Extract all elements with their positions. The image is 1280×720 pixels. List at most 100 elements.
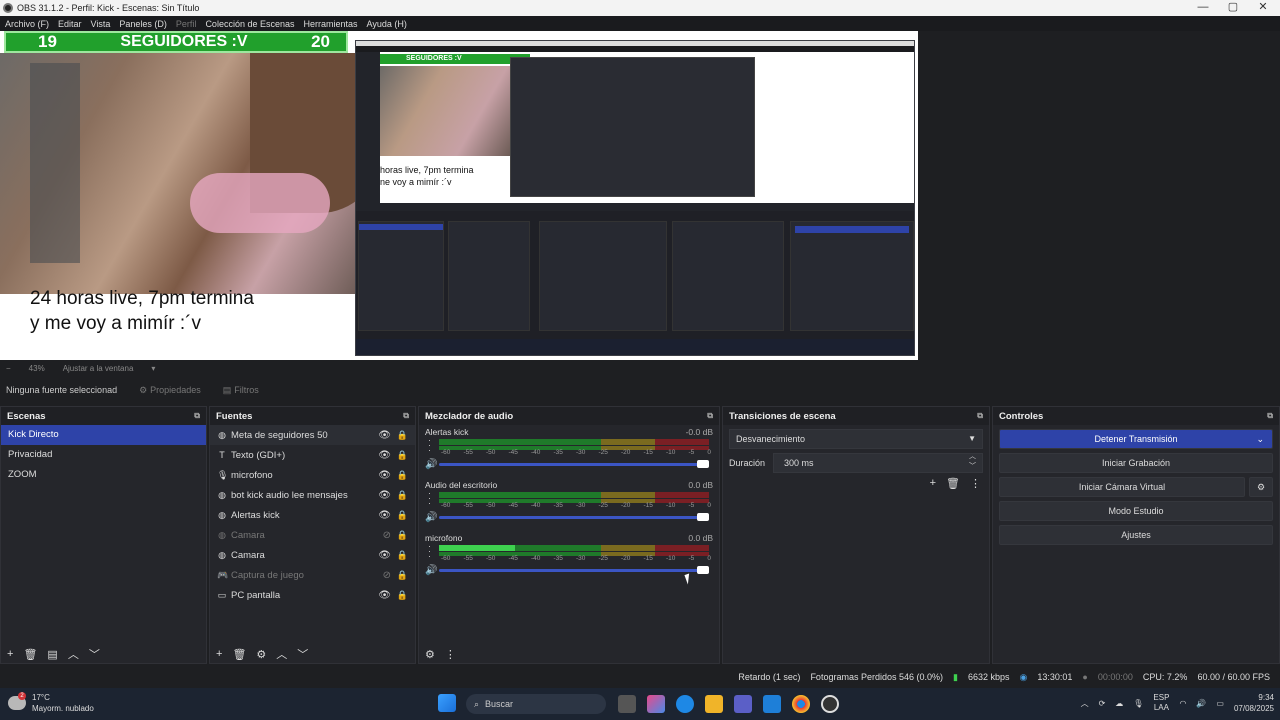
lock-icon[interactable]: 🔒 <box>397 510 408 521</box>
add-icon[interactable]: + <box>216 648 222 660</box>
filter-icon[interactable]: ▤ <box>47 648 57 661</box>
trash-icon[interactable]: 🗑 <box>23 648 37 661</box>
eye-icon[interactable]: 👁 <box>378 510 391 521</box>
zoom-fit-dropdown[interactable]: Ajustar a la ventana <box>63 364 134 373</box>
taskbar-search[interactable]: ⌕ Buscar <box>466 694 606 714</box>
settings-button[interactable]: Ajustes <box>999 525 1273 545</box>
eye-icon[interactable]: 👁 <box>378 450 391 461</box>
volume-icon[interactable]: 🔊 <box>1196 699 1206 708</box>
more-icon[interactable]: · · · <box>428 489 431 508</box>
lock-icon[interactable]: 🔒 <box>397 490 408 501</box>
file-explorer-icon[interactable] <box>705 695 723 713</box>
gear-icon[interactable]: ⚙ <box>1249 477 1273 497</box>
source-item[interactable]: ◍ bot kick audio lee mensajes 👁 🔒 <box>210 485 415 505</box>
menu-paneles[interactable]: Paneles (D) <box>119 19 167 29</box>
move-up-icon[interactable]: ︿ <box>68 646 79 662</box>
scene-item[interactable]: Privacidad <box>1 445 206 465</box>
lock-icon[interactable]: 🔒 <box>397 590 408 601</box>
volume-slider[interactable] <box>439 566 709 574</box>
slider-handle[interactable] <box>697 566 709 574</box>
eye-icon[interactable]: 👁 <box>378 430 391 441</box>
sync-icon[interactable]: ⟳ <box>1099 699 1106 708</box>
source-item[interactable]: T Texto (GDI+) 👁 🔒 <box>210 445 415 465</box>
chrome-icon[interactable] <box>792 695 810 713</box>
eye-icon[interactable]: 👁 <box>378 490 391 501</box>
popout-icon[interactable]: ⧉ <box>977 411 983 421</box>
close-button[interactable]: ✕ <box>1248 0 1278 16</box>
lock-icon[interactable]: 🔒 <box>397 450 408 461</box>
speaker-icon[interactable]: 🔊 <box>425 512 437 523</box>
more-icon[interactable]: · · · <box>428 436 431 455</box>
menu-archivo[interactable]: Archivo (F) <box>5 19 49 29</box>
scene-item[interactable]: ZOOM <box>1 465 206 485</box>
volume-slider[interactable] <box>439 460 709 468</box>
mic-icon[interactable]: 🎙 <box>1133 699 1143 708</box>
virtual-camera-button[interactable]: Iniciar Cámara Virtual <box>999 477 1245 497</box>
add-icon[interactable]: + <box>7 648 13 660</box>
eye-icon[interactable]: 👁 <box>378 590 391 601</box>
speaker-icon[interactable]: 🔊 <box>425 459 437 470</box>
menu-ayuda[interactable]: Ayuda (H) <box>367 19 407 29</box>
add-icon[interactable]: + <box>930 477 936 490</box>
source-item[interactable]: 🎮 Captura de juego ⊘ 🔒 <box>210 565 415 585</box>
eye-icon[interactable]: 👁 <box>378 470 391 481</box>
source-item[interactable]: ◍ Alertas kick 👁 🔒 <box>210 505 415 525</box>
weather-widget[interactable]: 2 17°C Mayorm. nublado <box>8 692 94 714</box>
copilot-icon[interactable] <box>647 695 665 713</box>
volume-slider[interactable] <box>439 513 709 521</box>
edge-icon[interactable] <box>676 695 694 713</box>
teams-icon[interactable] <box>734 695 752 713</box>
lock-icon[interactable]: 🔒 <box>397 550 408 561</box>
source-item[interactable]: ◍ Camara 👁 🔒 <box>210 545 415 565</box>
source-item[interactable]: 🎙 microfono 👁 🔒 <box>210 465 415 485</box>
clock[interactable]: 9:34 07/08/2025 <box>1234 692 1274 714</box>
start-recording-button[interactable]: Iniciar Grabación <box>999 453 1273 473</box>
popout-icon[interactable]: ⧉ <box>1267 411 1273 421</box>
lock-icon[interactable]: 🔒 <box>397 570 408 581</box>
more-icon[interactable]: · · · <box>428 542 431 561</box>
more-icon[interactable]: ⋮ <box>445 648 456 661</box>
source-item[interactable]: ◍ Meta de seguidores 50 👁 🔒 <box>210 425 415 445</box>
preview-canvas[interactable]: 19 SEGUIDORES :V 20 24 horas live, 7pm t… <box>0 31 918 360</box>
popout-icon[interactable]: ⧉ <box>403 411 409 421</box>
cloud-icon[interactable]: ☁ <box>1115 699 1123 708</box>
move-down-icon[interactable]: ﹀ <box>297 646 308 662</box>
scene-item[interactable]: Kick Directo <box>1 425 206 445</box>
chevron-down-icon[interactable]: ▾ <box>151 364 155 373</box>
lock-icon[interactable]: 🔒 <box>397 530 408 541</box>
eye-hidden-icon[interactable]: ⊘ <box>383 570 391 581</box>
slider-handle[interactable] <box>697 460 709 468</box>
zoom-out-button[interactable]: − <box>6 364 11 373</box>
filters-button[interactable]: ▤ Filtros <box>223 385 259 396</box>
maximize-button[interactable]: ▢ <box>1218 0 1248 16</box>
menu-perfil[interactable]: Perfil <box>176 19 197 29</box>
duration-input[interactable]: 300 ms ︿ ﹀ <box>773 453 983 473</box>
trash-icon[interactable]: 🗑 <box>232 648 246 661</box>
mixer-settings-icon[interactable]: ⚙ <box>425 648 435 661</box>
menu-vista[interactable]: Vista <box>91 19 111 29</box>
popout-icon[interactable]: ⧉ <box>707 411 713 421</box>
chevron-up-icon[interactable]: ︿ <box>1081 698 1089 709</box>
wifi-icon[interactable]: ◠ <box>1179 699 1186 708</box>
eye-icon[interactable]: 👁 <box>378 550 391 561</box>
lock-icon[interactable]: 🔒 <box>397 470 408 481</box>
move-down-icon[interactable]: ﹀ <box>89 646 100 662</box>
lock-icon[interactable]: 🔒 <box>397 430 408 441</box>
stop-stream-button[interactable]: Detener Transmisión ⌄ <box>999 429 1273 449</box>
transition-select[interactable]: Desvanecimiento ▼ <box>729 429 983 449</box>
menu-coleccion[interactable]: Colección de Escenas <box>205 19 294 29</box>
source-item[interactable]: ◍ Camara ⊘ 🔒 <box>210 525 415 545</box>
battery-icon[interactable]: ▭ <box>1216 699 1224 708</box>
task-view-icon[interactable] <box>618 695 636 713</box>
popout-icon[interactable]: ⧉ <box>194 411 200 421</box>
trash-icon[interactable]: 🗑 <box>946 477 960 490</box>
language-indicator[interactable]: ESP LAA <box>1153 693 1169 713</box>
eye-hidden-icon[interactable]: ⊘ <box>383 530 391 541</box>
gear-icon[interactable]: ⚙ <box>256 648 266 661</box>
source-item[interactable]: ▭ PC pantalla 👁 🔒 <box>210 585 415 605</box>
properties-button[interactable]: ⚙ Propiedades <box>139 385 201 396</box>
menu-editar[interactable]: Editar <box>58 19 82 29</box>
slider-handle[interactable] <box>697 513 709 521</box>
obs-icon[interactable] <box>821 695 839 713</box>
store-icon[interactable] <box>763 695 781 713</box>
